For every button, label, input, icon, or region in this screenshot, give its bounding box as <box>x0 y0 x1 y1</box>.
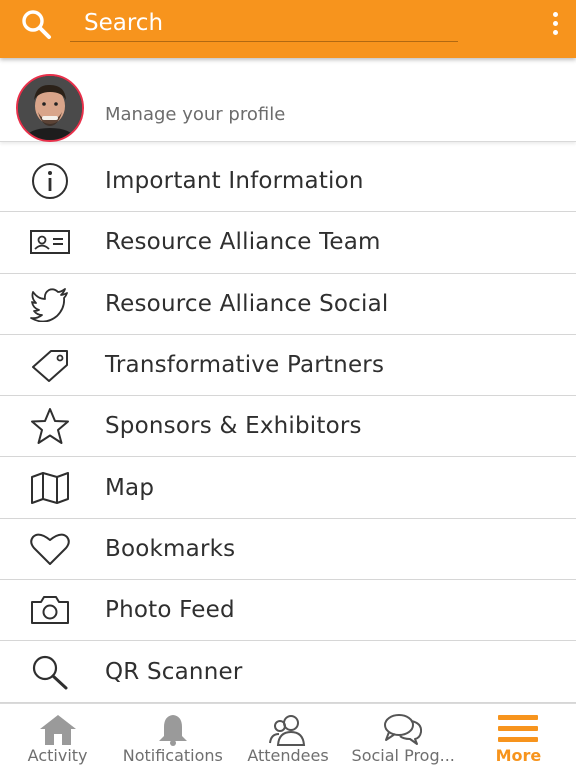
tab-more[interactable]: More <box>461 704 576 768</box>
heart-icon <box>28 529 72 569</box>
home-icon <box>36 712 80 746</box>
info-icon <box>28 161 72 201</box>
tab-label: Activity <box>27 746 88 765</box>
menu-item-resource-alliance-social[interactable]: Resource Alliance Social <box>0 273 576 335</box>
tab-social-program[interactable]: Social Prog... <box>346 704 461 768</box>
search-input[interactable] <box>70 4 458 41</box>
map-icon <box>28 468 72 508</box>
top-app-bar <box>0 0 576 58</box>
menu-item-label: Important Information <box>105 168 364 195</box>
chat-bubbles-icon <box>381 712 425 746</box>
tab-label: Attendees <box>247 746 329 765</box>
search-icon[interactable] <box>20 8 54 42</box>
menu-item-label: Sponsors & Exhibitors <box>105 413 362 440</box>
tab-attendees[interactable]: Attendees <box>230 704 345 768</box>
menu-item-resource-alliance-team[interactable]: Resource Alliance Team <box>0 212 576 274</box>
menu-item-label: Transformative Partners <box>105 352 385 379</box>
menu-item-label: QR Scanner <box>105 658 243 685</box>
tab-notifications[interactable]: Notifications <box>115 704 230 768</box>
menu-item-sponsors-exhibitors[interactable]: Sponsors & Exhibitors <box>0 396 576 458</box>
profile-section[interactable] <box>0 58 576 142</box>
tab-label: Social Prog... <box>351 746 455 765</box>
menu-item-label: Resource Alliance Social <box>105 290 389 317</box>
id-card-icon <box>28 222 72 262</box>
people-icon <box>266 712 310 746</box>
star-icon <box>28 406 72 446</box>
tag-icon <box>28 345 72 385</box>
menu-item-label: Bookmarks <box>105 535 236 562</box>
manage-profile-link[interactable]: Manage your profile <box>105 104 285 125</box>
menu-item-qr-scanner[interactable]: QR Scanner <box>0 641 576 703</box>
menu-item-label: Map <box>105 474 155 501</box>
tab-activity[interactable]: Activity <box>0 704 115 768</box>
hamburger-icon <box>496 712 540 746</box>
more-menu-list: Important Information Resource Alliance … <box>0 151 576 703</box>
menu-item-map[interactable]: Map <box>0 457 576 519</box>
camera-icon <box>28 590 72 630</box>
tab-label: More <box>495 746 542 765</box>
menu-item-photo-feed[interactable]: Photo Feed <box>0 580 576 642</box>
kebab-menu-icon[interactable] <box>550 12 560 38</box>
avatar[interactable] <box>16 74 84 142</box>
search-field <box>70 4 458 42</box>
bell-icon <box>151 712 195 746</box>
bottom-tab-bar: Activity Notifications Attendees Social … <box>0 703 576 768</box>
menu-item-label: Resource Alliance Team <box>105 229 381 256</box>
menu-item-bookmarks[interactable]: Bookmarks <box>0 518 576 581</box>
magnifier-icon <box>28 652 72 692</box>
twitter-bird-icon <box>28 284 72 324</box>
tab-label: Notifications <box>122 746 223 765</box>
menu-item-transformative-partners[interactable]: Transformative Partners <box>0 334 576 397</box>
menu-item-important-information[interactable]: Important Information <box>0 151 576 213</box>
menu-item-label: Photo Feed <box>105 597 235 624</box>
